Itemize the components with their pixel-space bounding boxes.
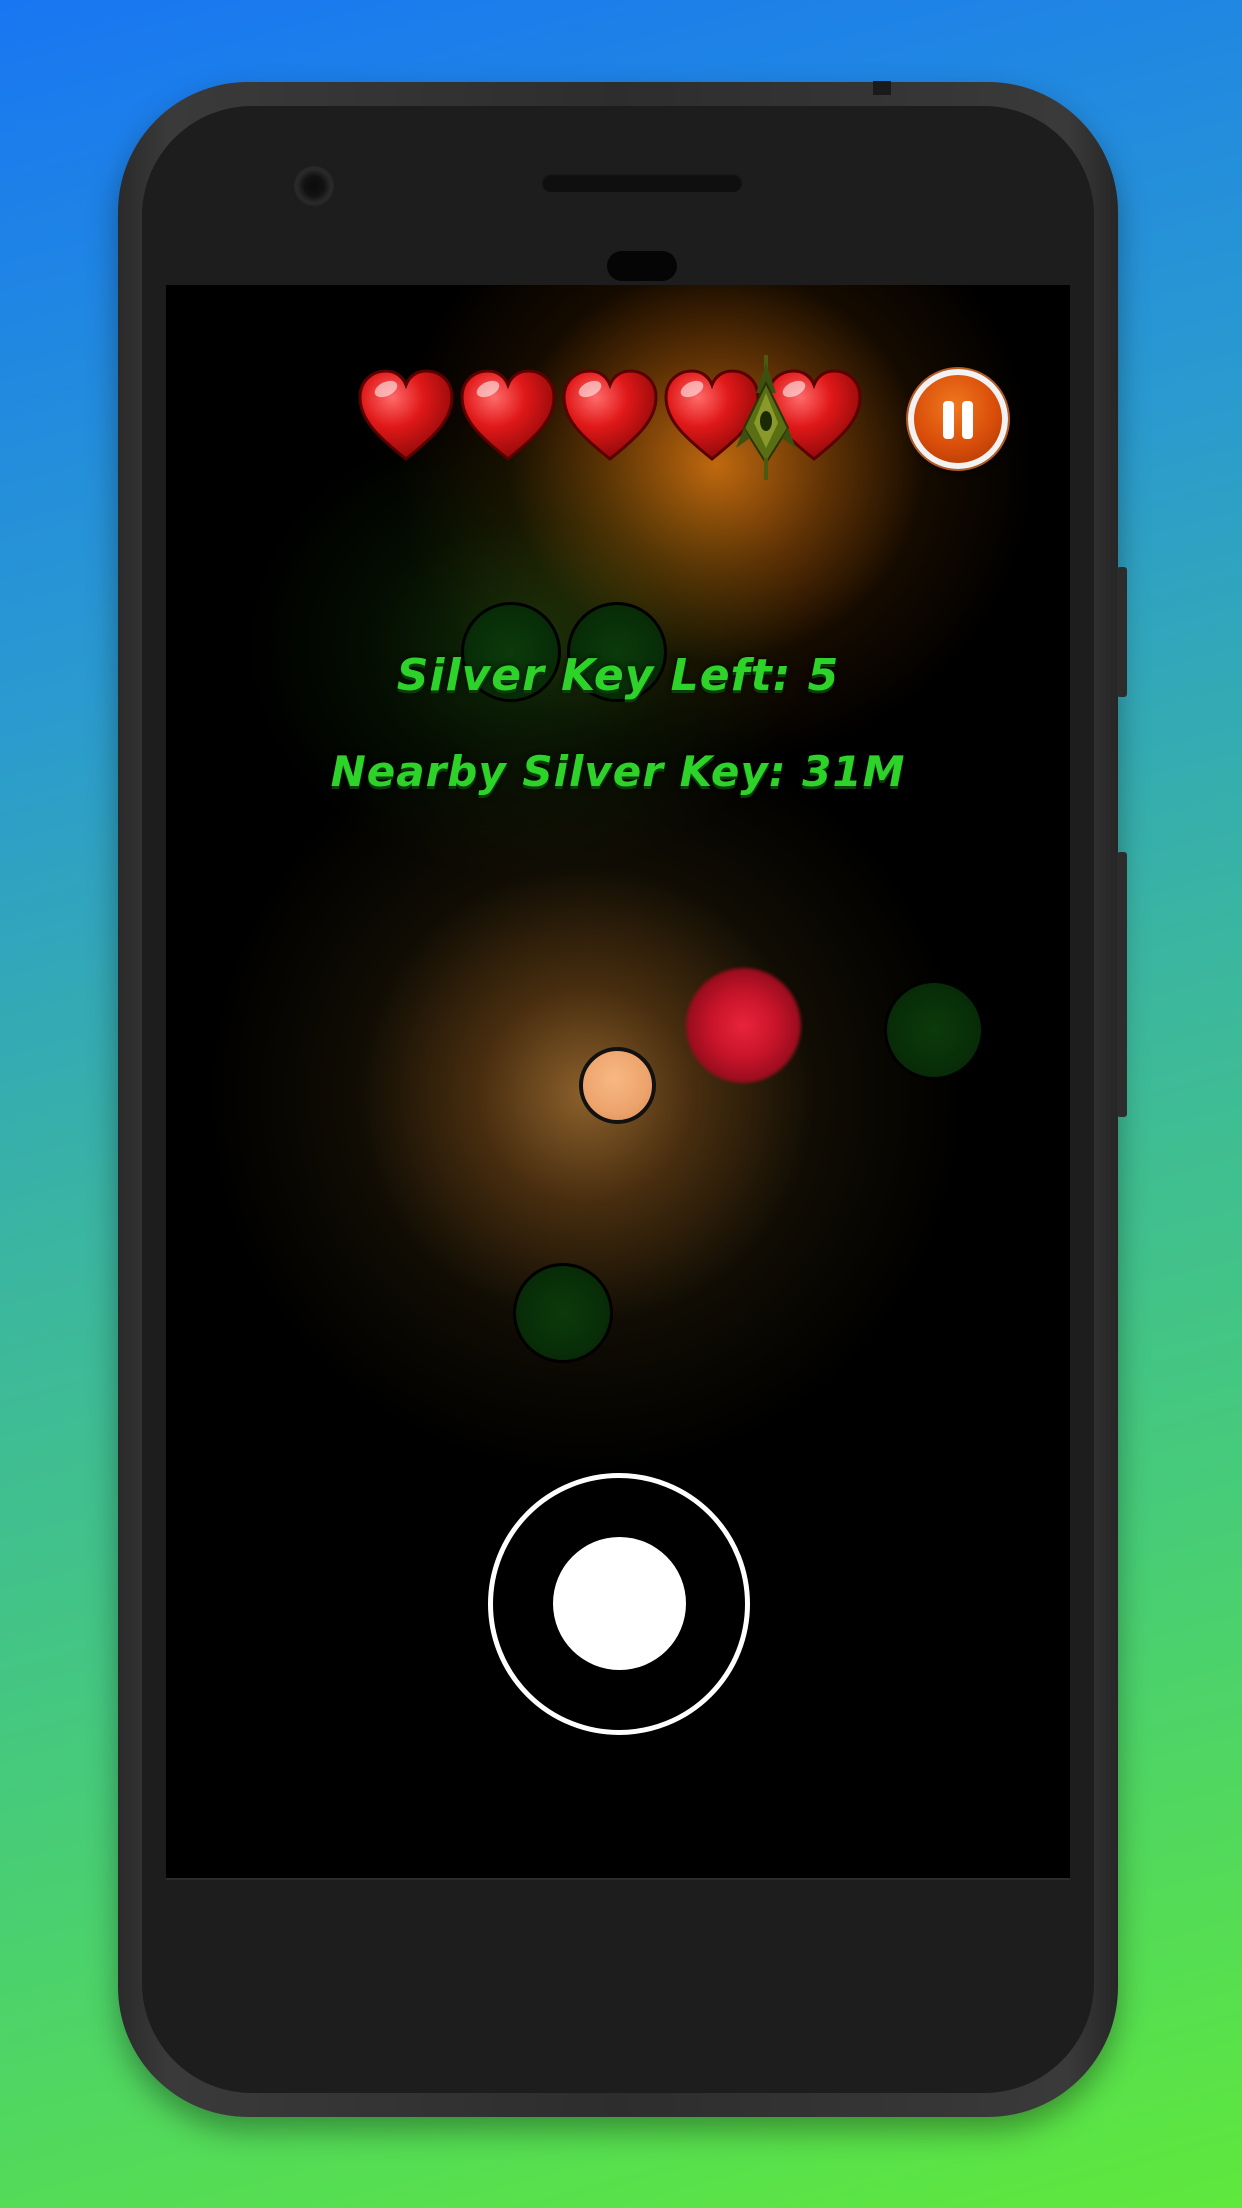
heart-icon [460,369,556,461]
pause-button[interactable] [908,369,1008,469]
front-camera [294,166,334,206]
heart-icon [358,369,454,461]
power-button [1117,852,1127,1117]
earpiece-speaker [542,174,742,192]
proximity-sensor [607,251,677,281]
pause-icon [943,401,954,439]
silver-keys-left-text: Silver Key Left: 5 [396,650,840,701]
virtual-joystick[interactable] [488,1473,750,1735]
blood-splatter [686,968,801,1083]
heart-icon [562,369,658,461]
nearby-silver-key-text: Nearby Silver Key: 31M [330,747,906,796]
phone-top-notch [873,81,891,95]
green-orb [513,1263,613,1363]
game-screen[interactable]: Silver Key Left: 5 Nearby Silver Key: 31… [166,285,1070,1878]
enemy-ship-icon [736,355,796,480]
player-character [579,1047,656,1124]
pause-icon-bar [962,401,973,439]
green-orb [884,980,984,1080]
volume-button [1117,567,1127,697]
screen-bottom-edge [166,1878,1070,1880]
joystick-knob[interactable] [553,1537,686,1670]
